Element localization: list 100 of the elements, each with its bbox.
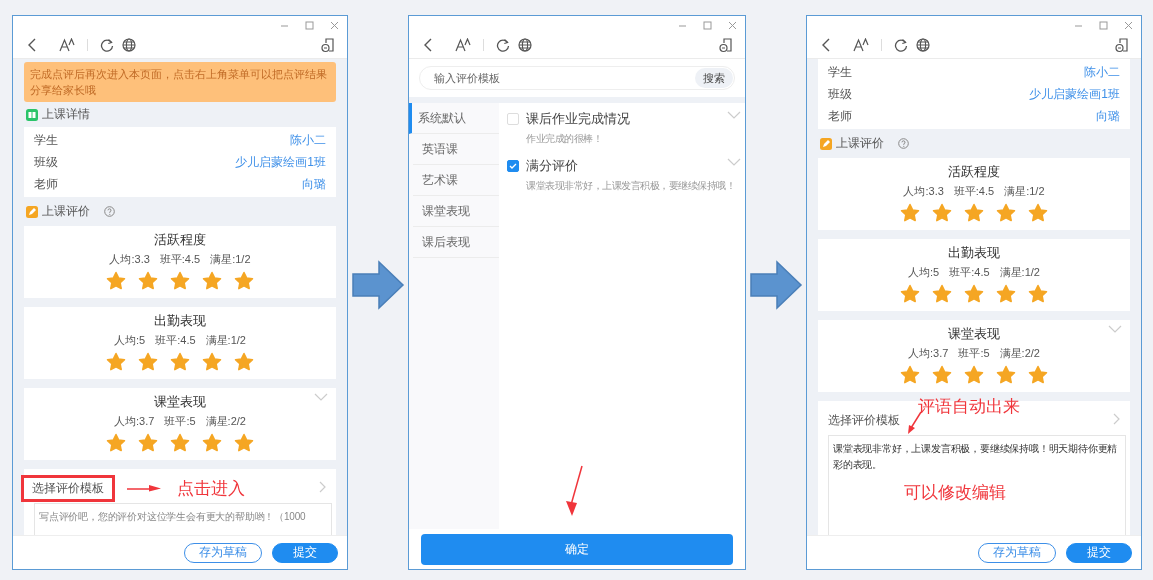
rating-stat: 满星:1/2 (210, 252, 251, 267)
share-menu-icon[interactable] (321, 37, 335, 53)
share-menu-icon[interactable] (1115, 37, 1129, 53)
rating-title: 课堂表现 (948, 326, 1000, 343)
category-tab[interactable]: 英语课 (413, 134, 499, 165)
refresh-icon[interactable] (496, 38, 510, 52)
save-draft-button[interactable]: 存为草稿 (978, 542, 1056, 563)
category-tab[interactable]: 课后表现 (413, 227, 499, 258)
annotation-text: 评语自动出来 (918, 396, 1020, 418)
template-selector[interactable]: 选择评价模板 (21, 474, 115, 502)
star-icon (234, 352, 254, 372)
back-icon[interactable] (821, 38, 831, 52)
template-title: 课后作业完成情况 (526, 111, 631, 128)
star-icon (932, 203, 952, 223)
detail-value[interactable]: 陈小二 (1084, 64, 1120, 80)
font-size-icon[interactable] (59, 38, 75, 52)
star-icon (932, 284, 952, 304)
detail-value[interactable]: 向璐 (302, 176, 326, 192)
star-rating[interactable] (900, 203, 1048, 223)
star-icon (106, 271, 126, 291)
help-icon[interactable] (104, 206, 115, 217)
star-icon (202, 271, 222, 291)
rating-stat: 满星:1/2 (1004, 184, 1045, 199)
rating-title: 出勤表现 (154, 313, 206, 330)
rating-stat: 满星:2/2 (999, 346, 1040, 361)
checkbox[interactable] (507, 160, 519, 172)
book-icon (26, 108, 38, 121)
globe-icon[interactable] (122, 38, 136, 52)
star-rating[interactable] (106, 352, 254, 372)
check-icon (509, 163, 517, 169)
template-text: 课堂表现非常好，上课发言积极，要继续保持哦！ (526, 179, 736, 193)
font-size-icon[interactable] (455, 38, 471, 52)
star-icon (106, 352, 126, 372)
section-title: 上课评价 (42, 203, 90, 220)
detail-label: 学生 (828, 64, 852, 80)
globe-icon[interactable] (518, 38, 532, 52)
detail-label: 老师 (34, 176, 58, 192)
star-rating[interactable] (900, 284, 1048, 304)
star-icon (138, 352, 158, 372)
detail-value[interactable]: 向璐 (1096, 108, 1120, 124)
detail-label: 老师 (828, 108, 852, 124)
flow-arrow (351, 260, 405, 310)
detail-label: 学生 (34, 132, 58, 148)
maximize-icon[interactable] (305, 20, 314, 30)
close-icon[interactable] (330, 20, 339, 30)
chevron-right-icon[interactable] (1113, 412, 1120, 425)
refresh-icon[interactable] (100, 38, 114, 52)
rating-stat: 班平:4.5 (949, 265, 990, 280)
close-icon[interactable] (1124, 20, 1133, 30)
rating-stat: 人均:3.7 (908, 346, 949, 361)
rating-stat: 人均:3.3 (109, 252, 150, 267)
star-rating[interactable] (900, 365, 1048, 385)
star-icon (170, 433, 190, 453)
star-icon (996, 365, 1016, 385)
close-icon[interactable] (728, 20, 737, 30)
star-icon (964, 365, 984, 385)
chevron-down-icon[interactable] (727, 158, 741, 166)
chevron-down-icon[interactable] (727, 111, 741, 119)
submit-button[interactable]: 提交 (272, 542, 338, 563)
detail-value[interactable]: 陈小二 (290, 132, 326, 148)
share-menu-icon[interactable] (719, 37, 733, 53)
search-button[interactable]: 搜索 (695, 68, 733, 88)
star-icon (900, 284, 920, 304)
category-tab[interactable]: 系统默认 (409, 103, 499, 134)
help-icon[interactable] (898, 138, 909, 149)
submit-button[interactable]: 提交 (1066, 542, 1132, 563)
star-icon (900, 203, 920, 223)
chevron-down-icon[interactable] (1108, 325, 1122, 333)
star-icon (1028, 365, 1048, 385)
annotation-arrow (127, 484, 161, 492)
rating-title: 活跃程度 (154, 232, 206, 249)
font-size-icon[interactable] (853, 38, 869, 52)
globe-icon[interactable] (916, 38, 930, 52)
detail-value[interactable]: 少儿启蒙绘画1班 (1029, 86, 1120, 102)
category-tab[interactable]: 艺术课 (413, 165, 499, 196)
save-draft-button[interactable]: 存为草稿 (184, 542, 262, 563)
chevron-down-icon[interactable] (314, 393, 328, 401)
refresh-icon[interactable] (894, 38, 908, 52)
annotation-text: 可以修改编辑 (904, 482, 1006, 504)
rating-stat: 满星:1/2 (205, 333, 246, 348)
rating-stat: 班平:4.5 (953, 184, 995, 199)
maximize-icon[interactable] (1099, 20, 1108, 30)
category-tab[interactable]: 课堂表现 (413, 196, 499, 227)
rating-stat: 满星:1/2 (999, 265, 1040, 280)
template-selector[interactable]: 选择评价模板 (828, 409, 908, 431)
flow-arrow (749, 260, 803, 310)
chevron-right-icon[interactable] (319, 480, 326, 493)
rating-stat: 人均:5 (114, 333, 146, 348)
confirm-button[interactable]: 确定 (421, 533, 733, 565)
star-icon (964, 203, 984, 223)
back-icon[interactable] (27, 38, 37, 52)
star-rating[interactable] (106, 271, 254, 291)
back-icon[interactable] (423, 38, 433, 52)
star-rating[interactable] (106, 433, 254, 453)
rating-title: 出勤表现 (948, 245, 1000, 262)
detail-value[interactable]: 少儿启蒙绘画1班 (235, 154, 326, 170)
maximize-icon[interactable] (703, 20, 712, 30)
comment-field[interactable]: 写点评价吧，您的评价对这位学生会有更大的帮助哟！（1000 (34, 503, 332, 535)
rating-stat: 人均:3.7 (114, 414, 155, 429)
rating-stat: 人均:3.3 (903, 184, 944, 199)
